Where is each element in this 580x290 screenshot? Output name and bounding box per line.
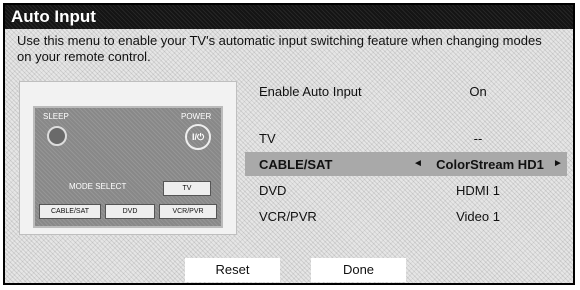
- remote-illustration: SLEEP POWER I/⏻ MODE SELECT TV CABLE/SAT…: [33, 106, 223, 228]
- setting-value: HDMI 1: [455, 183, 501, 198]
- setting-row-dvd[interactable]: DVD HDMI 1: [245, 178, 567, 202]
- setting-value: ColorStream HD1: [436, 157, 544, 172]
- mode-select-area: MODE SELECT TV CABLE/SAT DVD VCR/PVR: [39, 181, 217, 222]
- done-button[interactable]: Done: [311, 258, 406, 282]
- setting-label: VCR/PVR: [259, 209, 317, 224]
- power-label: POWER: [181, 112, 212, 121]
- setting-label: CABLE/SAT: [259, 157, 333, 172]
- remote-illustration-panel: SLEEP POWER I/⏻ MODE SELECT TV CABLE/SAT…: [19, 81, 237, 235]
- sleep-label: SLEEP: [43, 112, 69, 121]
- setting-value: --: [473, 131, 483, 146]
- power-icon: I/⏻: [185, 124, 211, 150]
- dialog-title: Auto Input: [11, 7, 96, 26]
- setting-row-enable-auto-input[interactable]: Enable Auto Input On: [245, 79, 567, 103]
- remote-cable-sat-button: CABLE/SAT: [39, 204, 101, 219]
- right-arrow-icon[interactable]: ►: [553, 158, 563, 169]
- setting-value: Video 1: [456, 209, 500, 224]
- mode-select-label: MODE SELECT: [69, 182, 127, 191]
- setting-label: DVD: [259, 183, 287, 198]
- setting-row-tv[interactable]: TV --: [245, 126, 567, 150]
- remote-vcr-pvr-button: VCR/PVR: [159, 204, 217, 219]
- reset-button[interactable]: Reset: [185, 258, 280, 282]
- sleep-button-icon: [47, 126, 67, 146]
- setting-row-cable-sat[interactable]: CABLE/SAT ◄ ColorStream HD1 ►: [245, 152, 567, 176]
- setting-value: On: [469, 84, 487, 99]
- setting-label: TV: [259, 131, 276, 146]
- title-bar: Auto Input: [5, 5, 573, 29]
- dialog-description: Use this menu to enable your TV's automa…: [17, 33, 542, 64]
- remote-tv-button: TV: [163, 181, 211, 196]
- setting-row-vcr-pvr[interactable]: VCR/PVR Video 1: [245, 204, 567, 228]
- setting-label: Enable Auto Input: [259, 84, 362, 99]
- auto-input-dialog: Auto Input Use this menu to enable your …: [3, 3, 575, 285]
- remote-dvd-button: DVD: [105, 204, 155, 219]
